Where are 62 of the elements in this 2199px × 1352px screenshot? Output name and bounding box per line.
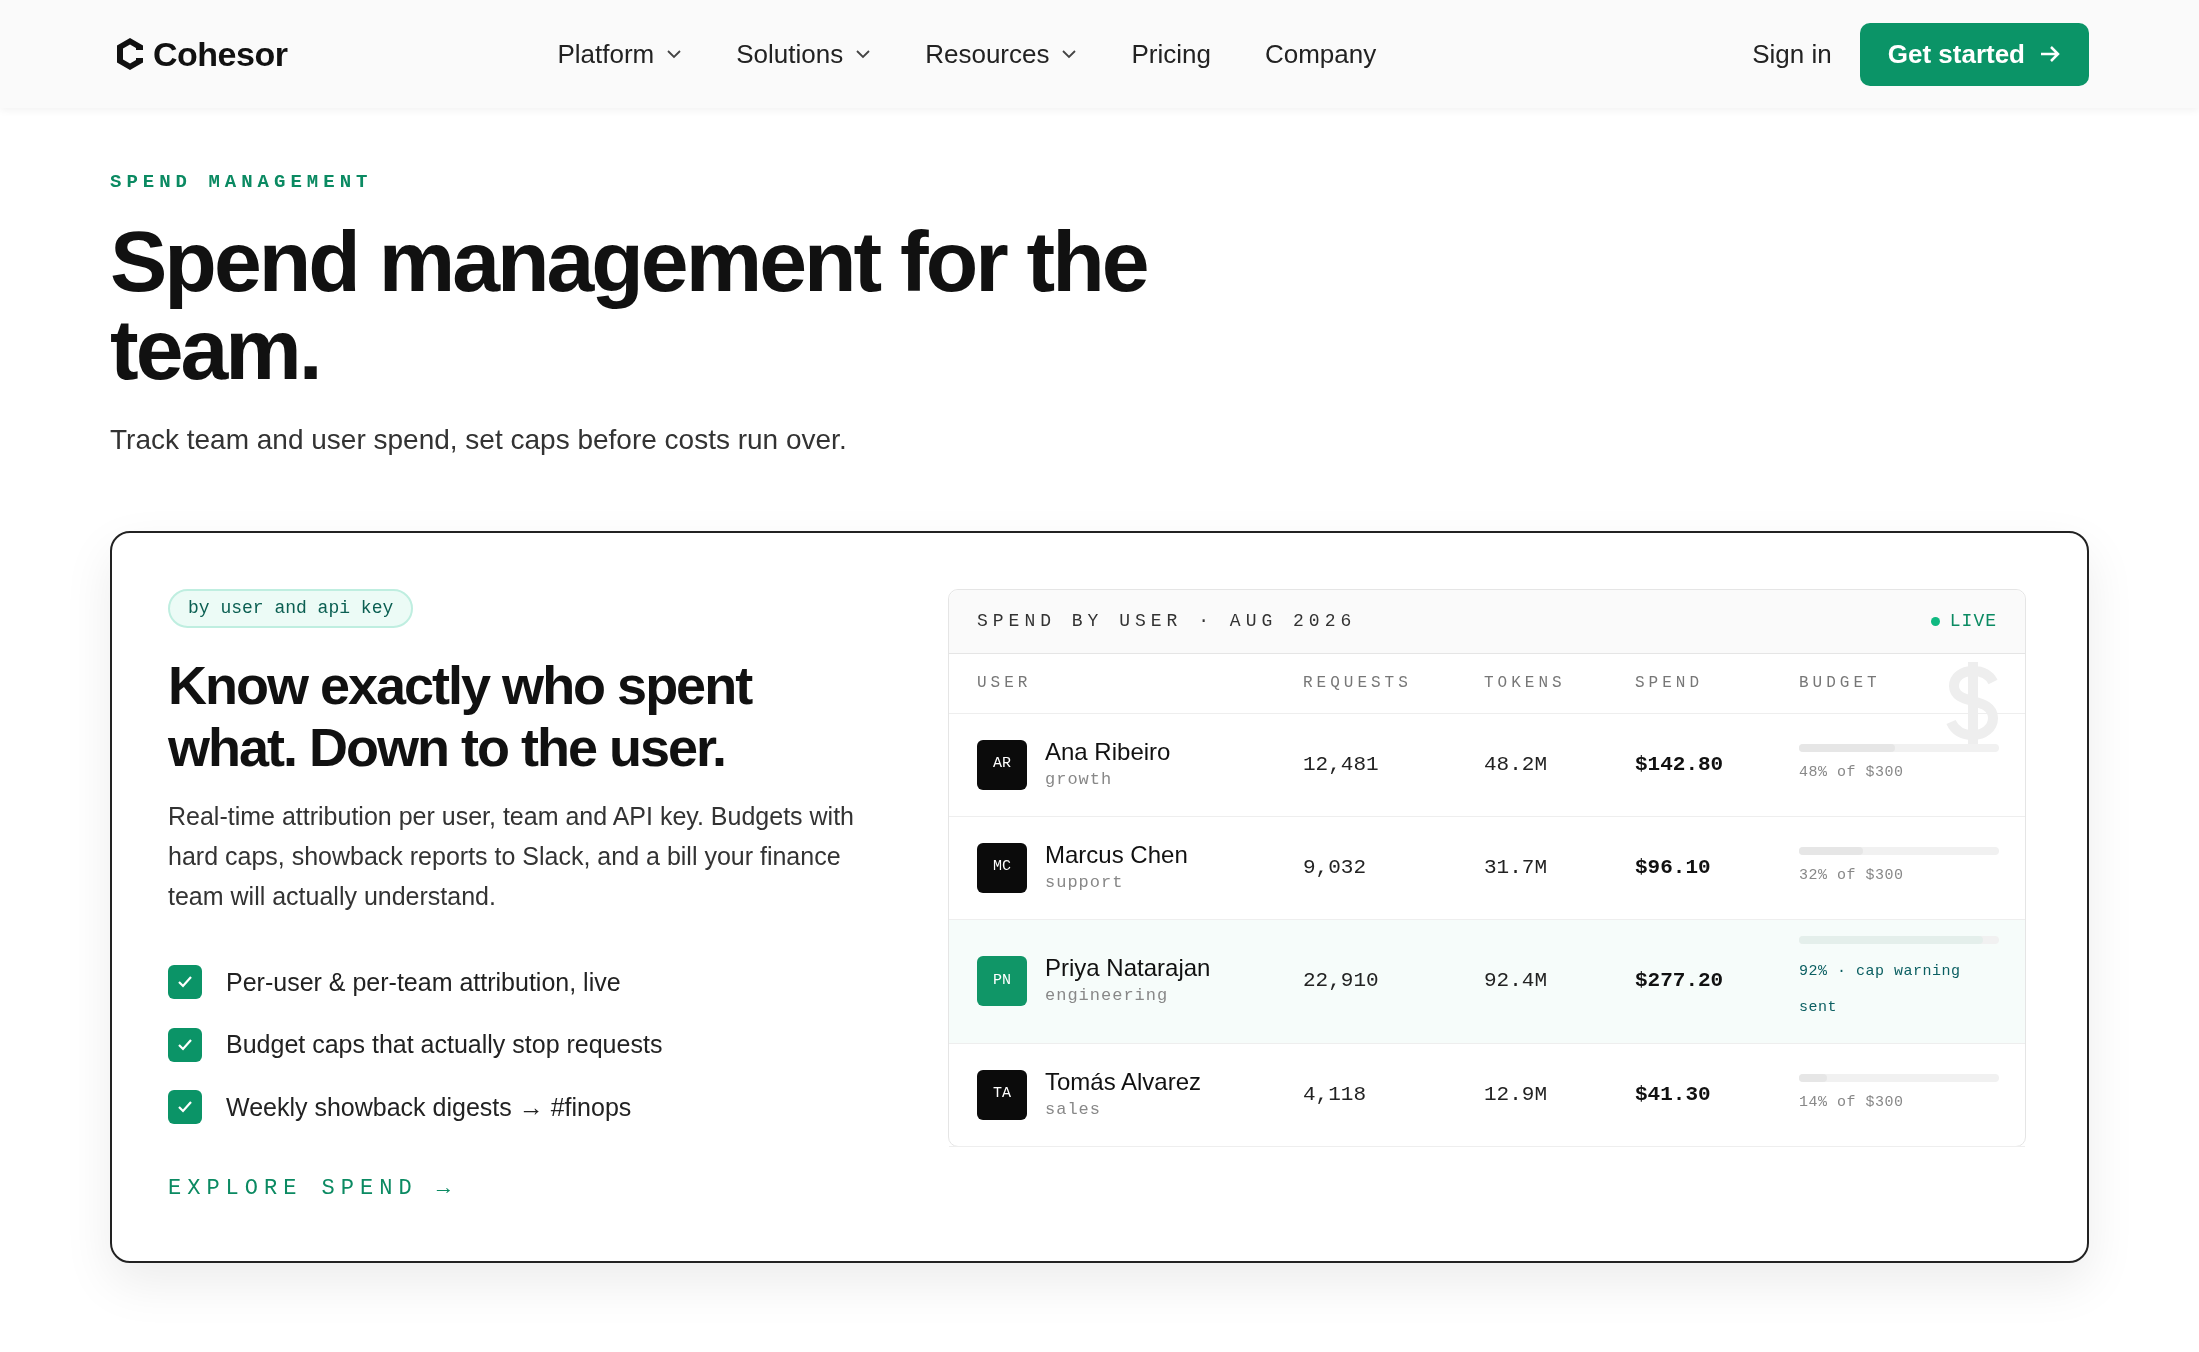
chevron-down-icon	[666, 49, 683, 59]
sign-in-link[interactable]: Sign in	[1752, 34, 1832, 74]
nav-link[interactable]: Solutions	[736, 34, 872, 74]
checkmark-icon	[177, 975, 193, 990]
budget-label: 14% of $300	[1799, 1093, 1905, 1114]
user-avatar: TA	[977, 1069, 1027, 1120]
nav-link[interactable]: Resources	[925, 34, 1078, 74]
table-cell-text: 22,910	[1303, 968, 1380, 995]
nav-link[interactable]: Company	[1264, 34, 1377, 74]
table-cell-text: $96.10	[1635, 854, 1712, 881]
user-team: support	[1045, 871, 1125, 894]
user-team: growth	[1045, 768, 1114, 791]
table-cell-text: $277.20	[1635, 968, 1725, 995]
user-name: Priya Natarajan	[1045, 953, 1211, 984]
nav-link[interactable]: Pricing	[1131, 34, 1211, 74]
live-dot-icon	[1930, 616, 1940, 626]
column-header: SPEND	[1635, 673, 1704, 694]
table-cell-text: 12,481	[1303, 751, 1380, 778]
user-name: Ana Ribeiro	[1045, 736, 1171, 767]
page-title: Spend management for the team.	[110, 216, 1148, 393]
user-name: Marcus Chen	[1045, 839, 1188, 870]
table-cell-text: 9,032	[1303, 854, 1367, 881]
table-cell-text: $142.80	[1635, 751, 1725, 778]
table-cell-text: 4,118	[1303, 1081, 1367, 1108]
column-header: USER	[977, 673, 1033, 694]
column-header: TOKENS	[1484, 673, 1567, 694]
eyebrow-label: SPEND MANAGEMENT	[110, 170, 374, 195]
explore-link[interactable]: EXPLORE SPEND →	[168, 1172, 457, 1205]
nav-link[interactable]: Platform	[557, 34, 683, 74]
checkmark-icon	[177, 1037, 193, 1052]
feature-heading: Know exactly who spent what. Down to the user.	[168, 653, 753, 778]
get-started-button[interactable]: Get started	[1859, 22, 2089, 86]
user-name: Tomás Alvarez	[1045, 1066, 1202, 1097]
column-header: BUDGET	[1799, 673, 1882, 694]
table-cell-text: 31.7M	[1484, 854, 1548, 881]
checklist-item: Weekly showback digests → #finops	[226, 1091, 632, 1123]
budget-label: 92% · cap warning sent	[1799, 962, 1962, 1018]
brand-name[interactable]: Cohesor	[153, 28, 288, 80]
chevron-down-icon	[855, 49, 872, 59]
page-subtitle: Track team and user spend, set caps before costs run over.	[110, 422, 848, 457]
user-team: sales	[1045, 1098, 1102, 1121]
table-cell-text: 48.2M	[1484, 751, 1548, 778]
checklist-item: Budget caps that actually stop requests	[226, 1029, 663, 1060]
checkmark-icon	[177, 1100, 193, 1115]
column-header: REQUESTS	[1303, 673, 1413, 694]
live-label: LIVE	[1949, 609, 1997, 633]
feature-description: Real-time attribution per user, team and API key. Budgets with hard caps, showback reports to Slack, and a bill your finance team will actually understand.	[168, 800, 855, 912]
chevron-down-icon	[1061, 49, 1078, 59]
arrow-right-icon	[2039, 45, 2061, 63]
table-cell-text: 92.4M	[1484, 968, 1548, 995]
user-team: engineering	[1045, 985, 1170, 1008]
table-cell-text: 12.9M	[1484, 1081, 1548, 1108]
budget-label: 48% of $300	[1799, 763, 1905, 784]
tag-pill: by user and api key	[168, 588, 414, 628]
table-cell-text: $41.30	[1635, 1081, 1712, 1108]
user-avatar: AR	[977, 739, 1027, 790]
user-avatar: MC	[977, 842, 1027, 893]
table-title: SPEND BY USER · AUG 2026	[977, 609, 1357, 633]
checklist-item: Per-user & per-team attribution, live	[226, 966, 621, 998]
budget-label: 32% of $300	[1799, 866, 1905, 887]
user-avatar: PN	[977, 956, 1027, 1006]
logo-icon	[115, 37, 145, 71]
